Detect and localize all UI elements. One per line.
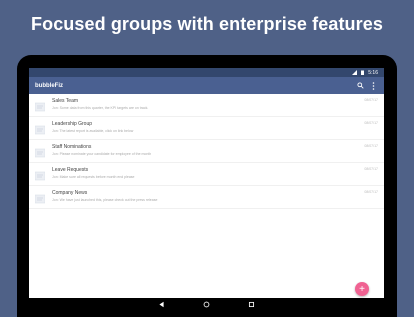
chat-thumb-icon xyxy=(34,99,46,112)
conversation-preview: Jon: The latest report is available, cli… xyxy=(52,129,134,133)
battery-icon xyxy=(360,70,365,75)
app-screen: 5:16 bubbleFiz Sales Team Jon: Some data… xyxy=(29,68,384,298)
conversation-time: 08/07/17 xyxy=(364,121,378,125)
recents-icon[interactable] xyxy=(248,295,255,313)
more-vert-icon[interactable] xyxy=(369,81,378,90)
conversation-name: Company News xyxy=(52,190,88,196)
chat-thumb-icon xyxy=(34,191,46,204)
status-time: 5:16 xyxy=(368,69,378,76)
conversation-name: Leave Requests xyxy=(52,167,89,173)
compose-fab-button[interactable]: + xyxy=(355,282,369,296)
conversation-name: Leadership Group xyxy=(52,121,93,127)
chat-thumb-icon xyxy=(34,145,46,158)
conversation-list: Sales Team Jon: Some data from this quar… xyxy=(29,94,384,209)
signal-icon xyxy=(352,70,358,75)
chat-thumb-icon xyxy=(34,122,46,135)
conversation-item[interactable]: Company News Jon: We have just launched … xyxy=(29,186,384,209)
plus-icon: + xyxy=(359,283,365,295)
conversation-item[interactable]: Staff Nominations Jon: Please nominate y… xyxy=(29,140,384,163)
conversation-preview: Jon: Some data from this quarter, the KP… xyxy=(52,106,149,110)
chat-thumb-icon xyxy=(34,168,46,181)
conversation-preview: Jon: We have just launched this, please … xyxy=(52,198,158,202)
conversation-name: Sales Team xyxy=(52,98,79,104)
conversation-item[interactable]: Sales Team Jon: Some data from this quar… xyxy=(29,94,384,117)
conversation-time: 08/07/17 xyxy=(364,167,378,171)
conversation-preview: Jon: Please nominate your candidate for … xyxy=(52,152,152,156)
search-icon[interactable] xyxy=(356,81,365,90)
conversation-name: Staff Nominations xyxy=(52,144,92,150)
conversation-item[interactable]: Leadership Group Jon: The latest report … xyxy=(29,117,384,140)
back-icon[interactable] xyxy=(158,295,165,313)
conversation-time: 08/07/17 xyxy=(364,98,378,102)
promo-headline: Focused groups with enterprise features xyxy=(31,14,383,34)
system-nav-bar xyxy=(29,298,384,310)
app-title: bubbleFiz xyxy=(35,82,63,89)
conversation-item[interactable]: Leave Requests Jon: Make sure all reques… xyxy=(29,163,384,186)
app-bar: bubbleFiz xyxy=(29,77,384,94)
conversation-preview: Jon: Make sure all requests before month… xyxy=(52,175,135,179)
conversation-time: 08/07/17 xyxy=(364,190,378,194)
home-icon[interactable] xyxy=(203,295,210,313)
status-bar: 5:16 xyxy=(29,68,384,77)
conversation-time: 08/07/17 xyxy=(364,144,378,148)
